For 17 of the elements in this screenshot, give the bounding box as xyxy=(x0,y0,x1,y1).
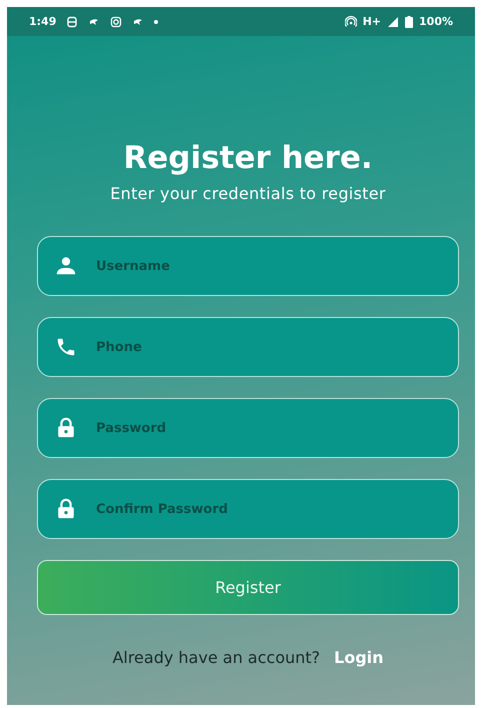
network-type: H+ xyxy=(362,15,382,28)
hotspot-icon xyxy=(344,16,357,28)
input-field[interactable]: Username xyxy=(37,236,459,296)
input-field[interactable]: Confirm Password xyxy=(37,479,459,539)
register-button[interactable]: Register xyxy=(37,560,459,615)
battery-icon xyxy=(405,16,414,28)
login-link[interactable]: Login xyxy=(334,648,384,667)
page-subtitle: Enter your credentials to register xyxy=(110,184,386,203)
signal-icon xyxy=(387,16,400,28)
camera-icon xyxy=(110,16,122,28)
page-title: Register here. xyxy=(123,139,373,178)
input-field[interactable]: Password xyxy=(37,398,459,458)
login-prompt: Already have an account? xyxy=(112,648,320,667)
input-field[interactable]: Phone xyxy=(37,317,459,377)
battery-level: 100% xyxy=(419,15,453,28)
dot-icon xyxy=(154,20,158,24)
status-time: 1:49 xyxy=(29,15,56,28)
